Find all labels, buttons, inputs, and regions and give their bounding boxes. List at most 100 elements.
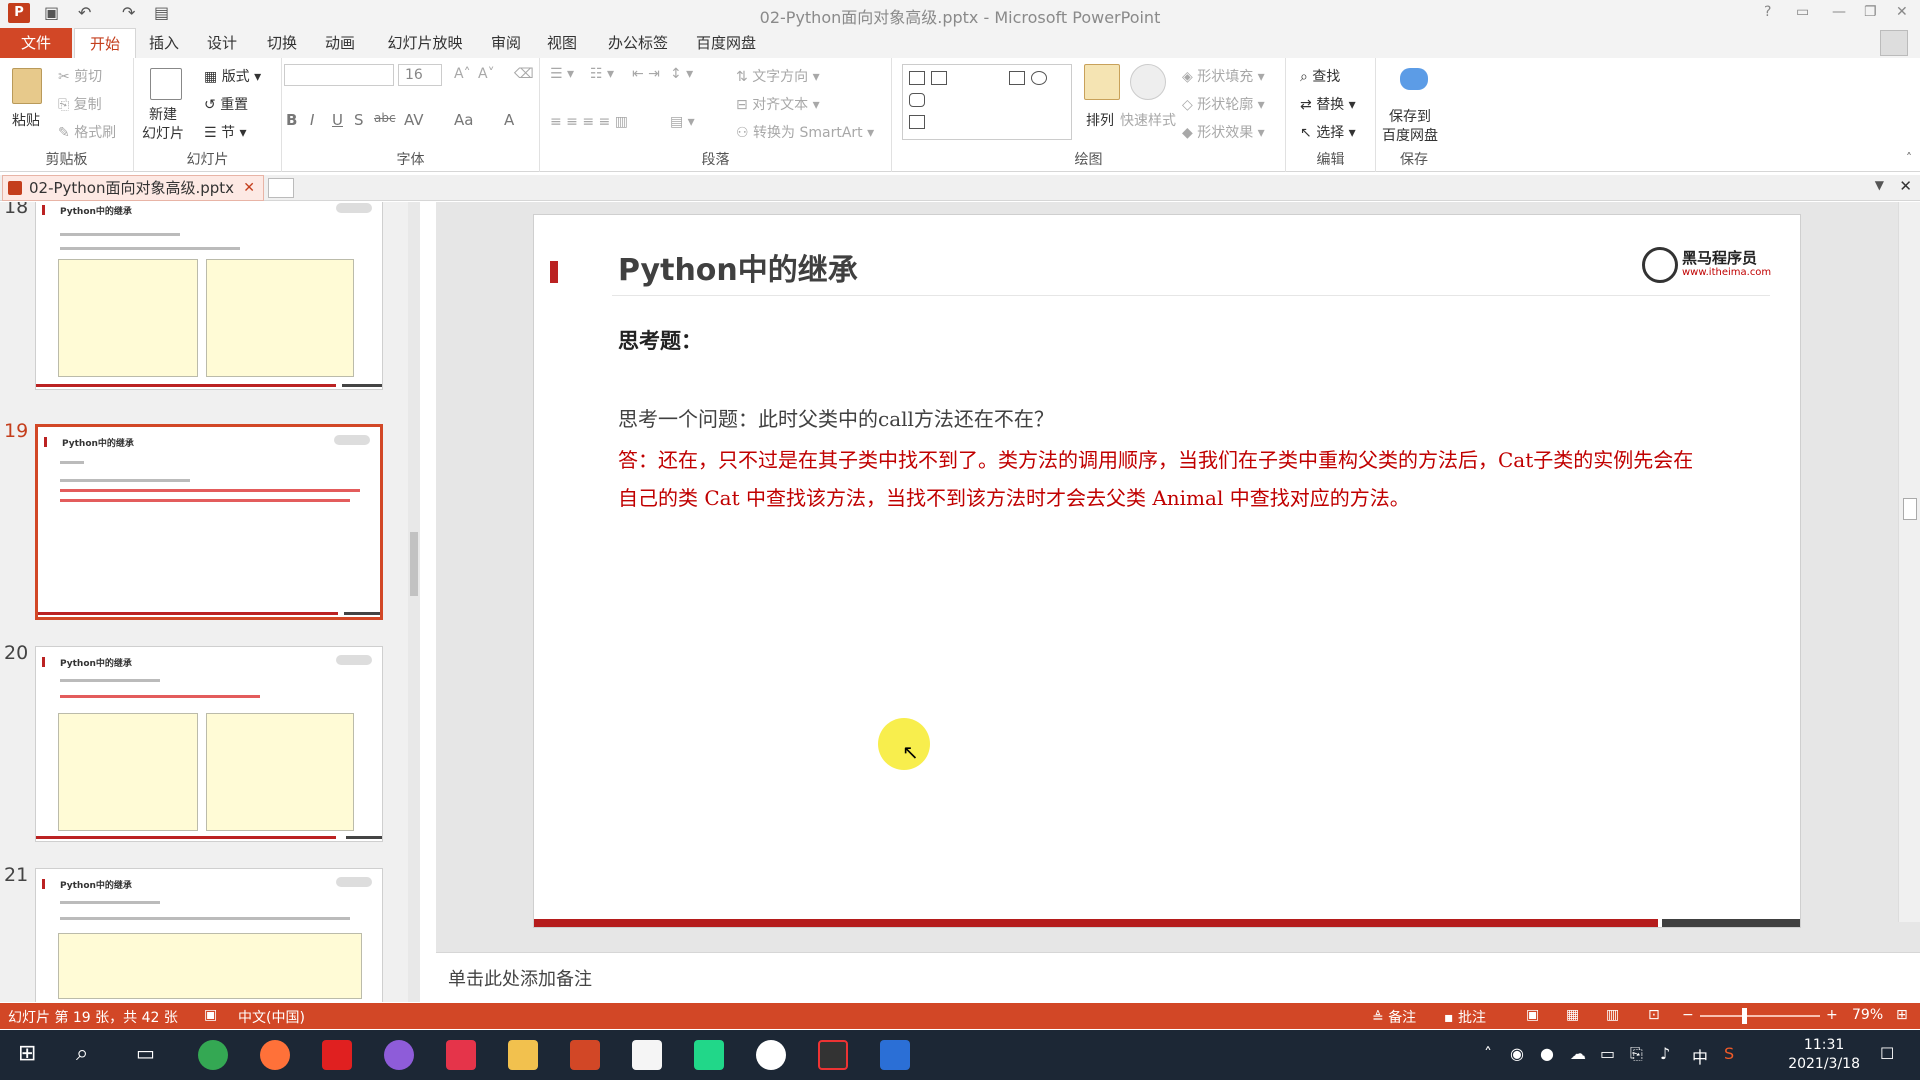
reading-view-icon[interactable]: ▥ bbox=[1606, 1007, 1619, 1023]
shape-outline-button[interactable]: ◇ 形状轮廓 ▾ bbox=[1182, 94, 1265, 114]
thumbnail-scrollbar[interactable] bbox=[408, 202, 420, 1002]
line-spacing-icon[interactable]: ↕ ▾ bbox=[670, 66, 693, 82]
strikethrough-button[interactable]: abc bbox=[374, 111, 396, 125]
tab-baidu-netdisk[interactable]: 百度网盘 bbox=[688, 28, 764, 58]
zoom-slider-knob[interactable] bbox=[1742, 1008, 1747, 1024]
oval-shape-icon[interactable] bbox=[1031, 71, 1047, 85]
notification-icon[interactable]: ☐ bbox=[1880, 1044, 1894, 1063]
vertical-textbox-shape-icon[interactable] bbox=[931, 71, 947, 85]
tab-office-tab[interactable]: 办公标签 bbox=[600, 28, 676, 58]
slideshow-view-icon[interactable]: ⊡ bbox=[1648, 1007, 1660, 1023]
quick-styles-button[interactable]: 快速样式 bbox=[1120, 110, 1176, 130]
quick-styles-icon[interactable] bbox=[1130, 64, 1166, 100]
pycharm-icon[interactable] bbox=[694, 1040, 724, 1070]
grow-font-icon[interactable]: A˄ bbox=[454, 66, 471, 82]
document-tab[interactable]: 02-Python面向对象高级.pptx ✕ bbox=[2, 175, 264, 201]
editor-scrollbar-thumb[interactable] bbox=[1903, 498, 1917, 520]
slide-thumbnail-20[interactable]: Python中的继承 bbox=[35, 646, 383, 842]
new-slide-icon[interactable] bbox=[150, 68, 182, 100]
restore-icon[interactable]: ❐ bbox=[1864, 4, 1877, 20]
italic-button[interactable]: I bbox=[310, 111, 314, 129]
new-tab-button[interactable] bbox=[268, 178, 294, 198]
slide-thumbnail-21[interactable]: Python中的继承 bbox=[35, 868, 383, 1002]
rounded-rect-shape-icon[interactable] bbox=[909, 93, 925, 107]
baidu-cloud-icon[interactable] bbox=[1400, 68, 1428, 90]
powerpoint-taskbar-icon[interactable] bbox=[570, 1040, 600, 1070]
arrange-button[interactable]: 排列 bbox=[1086, 110, 1114, 130]
text-direction-button[interactable]: ⇅ 文字方向 ▾ bbox=[736, 66, 820, 86]
comments-toggle-button[interactable]: ▪ 批注 bbox=[1444, 1007, 1486, 1027]
new-slide-button[interactable]: 新建 幻灯片 bbox=[142, 106, 184, 144]
align-icons[interactable]: ≡ ≡ ≡ ≡ ▥ bbox=[550, 114, 628, 130]
shadow-button[interactable]: S bbox=[354, 111, 364, 129]
indent-icon[interactable]: ⇤ ⇥ bbox=[632, 66, 660, 82]
obs-icon[interactable] bbox=[756, 1040, 786, 1070]
ime-indicator[interactable]: 中 bbox=[1692, 1044, 1708, 1068]
show-hidden-icons[interactable]: ˄ bbox=[1484, 1044, 1492, 1063]
ribbon-display-icon[interactable]: ▭ bbox=[1796, 4, 1809, 20]
firefox-icon[interactable] bbox=[260, 1040, 290, 1070]
typora-icon[interactable] bbox=[632, 1040, 662, 1070]
tab-design[interactable]: 设计 bbox=[200, 28, 244, 58]
slide-answer[interactable]: 答：还在，只不过是在其子类中找不到了。类方法的调用顺序，当我们在子类中重构父类的… bbox=[618, 441, 1708, 517]
shrink-font-icon[interactable]: A˅ bbox=[478, 66, 495, 82]
screen-recorder-icon[interactable] bbox=[446, 1040, 476, 1070]
find-button[interactable]: ⌕ 查找 bbox=[1300, 66, 1340, 86]
freeform-shape-icon[interactable] bbox=[909, 115, 925, 129]
layout-button[interactable]: ▦ 版式 ▾ bbox=[204, 66, 261, 86]
char-spacing-button[interactable]: AV bbox=[404, 111, 424, 129]
slide-thumbnail-19[interactable]: Python中的继承 bbox=[35, 424, 383, 620]
zoom-out-icon[interactable]: − bbox=[1682, 1007, 1694, 1023]
arrange-icon[interactable] bbox=[1084, 64, 1120, 100]
shape-fill-button[interactable]: ◈ 形状填充 ▾ bbox=[1182, 66, 1265, 86]
volume-icon[interactable]: ♪ bbox=[1660, 1044, 1670, 1063]
textbox-shape-icon[interactable] bbox=[909, 71, 925, 85]
notes-pane[interactable]: 单击此处添加备注 bbox=[436, 952, 1920, 1002]
language-indicator[interactable]: 中文(中国) bbox=[238, 1007, 305, 1027]
slide-question[interactable]: 思考一个问题：此时父类中的call方法还在不在？ bbox=[618, 403, 1054, 432]
visio-icon[interactable] bbox=[880, 1040, 910, 1070]
close-doc-icon[interactable]: ✕ bbox=[1899, 177, 1912, 195]
font-name-box[interactable] bbox=[284, 64, 394, 86]
color-app-icon[interactable] bbox=[384, 1040, 414, 1070]
change-case-button[interactable]: Aa bbox=[454, 111, 473, 129]
align-text-button[interactable]: ⊟ 对齐文本 ▾ bbox=[736, 94, 820, 114]
minimize-icon[interactable]: — bbox=[1832, 4, 1846, 20]
tray-cloud-icon[interactable]: ☁ bbox=[1570, 1044, 1586, 1063]
tab-file[interactable]: 文件 bbox=[0, 28, 72, 58]
zoom-in-icon[interactable]: + bbox=[1826, 1007, 1838, 1023]
normal-view-icon[interactable]: ▣ bbox=[1526, 1007, 1539, 1023]
slide-title[interactable]: Python中的继承 bbox=[618, 245, 858, 289]
bold-button[interactable]: B bbox=[286, 111, 297, 129]
numbering-icon[interactable]: ☷ ▾ bbox=[590, 66, 614, 82]
notes-toggle-button[interactable]: ≜ 备注 bbox=[1372, 1007, 1416, 1027]
spellcheck-icon[interactable]: ▣ bbox=[204, 1007, 217, 1023]
slide-subtitle[interactable]: 思考题： bbox=[618, 325, 702, 355]
windows-start-icon[interactable]: ⊞ bbox=[18, 1041, 36, 1066]
slide-thumbnail-18[interactable]: Python中的继承 bbox=[35, 202, 383, 390]
thumbnail-scrollbar-thumb[interactable] bbox=[410, 532, 418, 596]
file-explorer-icon[interactable] bbox=[508, 1040, 538, 1070]
reset-button[interactable]: ↺ 重置 bbox=[204, 94, 248, 114]
tab-view[interactable]: 视图 bbox=[540, 28, 584, 58]
font-size-box[interactable]: 16 bbox=[398, 64, 442, 86]
save-to-baidu-button[interactable]: 保存到 百度网盘 bbox=[1382, 108, 1438, 146]
paste-icon[interactable] bbox=[12, 68, 42, 104]
help-icon[interactable]: ? bbox=[1764, 4, 1771, 20]
recording-icon[interactable] bbox=[818, 1040, 848, 1070]
paste-button[interactable]: 粘贴 bbox=[12, 110, 40, 130]
tab-transitions[interactable]: 切换 bbox=[260, 28, 304, 58]
zoom-slider[interactable] bbox=[1700, 1015, 1820, 1017]
tab-home[interactable]: 开始 bbox=[74, 28, 136, 58]
slide-sorter-icon[interactable]: ▦ bbox=[1566, 1007, 1579, 1023]
tab-slideshow[interactable]: 幻灯片放映 bbox=[380, 28, 470, 58]
sogou-input-icon[interactable]: S bbox=[1724, 1044, 1734, 1063]
underline-button[interactable]: U bbox=[332, 111, 343, 129]
close-icon[interactable]: ✕ bbox=[1896, 4, 1908, 20]
tab-insert[interactable]: 插入 bbox=[142, 28, 186, 58]
columns-icon[interactable]: ▤ ▾ bbox=[670, 114, 695, 130]
battery-icon[interactable]: ▭ bbox=[1600, 1044, 1615, 1063]
fit-slide-icon[interactable]: ⊞ bbox=[1896, 1007, 1908, 1023]
youdao-icon[interactable] bbox=[322, 1040, 352, 1070]
tray-record-icon[interactable]: ● bbox=[1540, 1044, 1554, 1063]
